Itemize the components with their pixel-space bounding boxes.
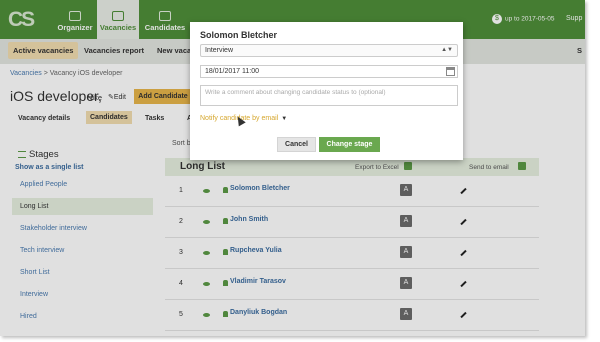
calendar-icon[interactable] xyxy=(446,67,455,76)
chevron-down-icon: ▼ xyxy=(281,116,288,122)
dialog-title: Solomon Bletcher xyxy=(200,30,278,40)
cancel-button[interactable]: Cancel xyxy=(277,137,316,152)
comment-field[interactable]: Write a comment about changing candidate… xyxy=(200,85,458,106)
stage-select[interactable]: Interview ▲▼ xyxy=(200,44,458,57)
change-stage-dialog: Solomon Bletcher Interview ▲▼ 18/01/2017… xyxy=(190,22,463,160)
select-arrows-icon: ▲▼ xyxy=(441,47,453,53)
change-stage-button[interactable]: Change stage xyxy=(319,137,380,152)
date-field[interactable]: 18/01/2017 11:00 xyxy=(200,65,458,78)
app-window: CS Organizer Vacancies Candidates $ up to… xyxy=(0,0,585,336)
